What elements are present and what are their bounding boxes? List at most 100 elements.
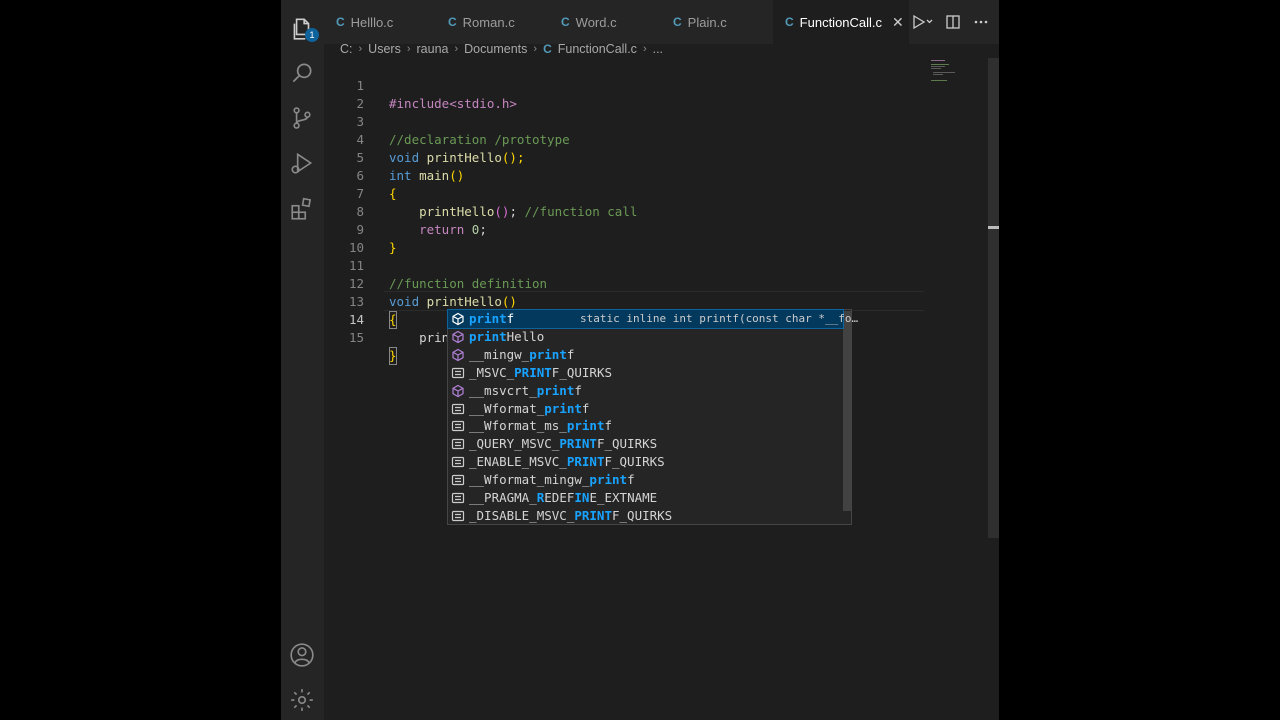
- breadcrumb-item[interactable]: rauna: [417, 42, 449, 56]
- suggestion-detail: static inline int printf(const char *__f…: [580, 312, 859, 325]
- c-file-icon: C: [336, 15, 345, 29]
- source-control-icon[interactable]: [289, 105, 315, 131]
- breadcrumb-item[interactable]: Documents: [464, 42, 527, 56]
- suggestion-item[interactable]: _ENABLE_MSVC_PRINTF_QUIRKS: [448, 453, 843, 471]
- account-icon[interactable]: [289, 642, 315, 668]
- minimap[interactable]: [929, 58, 989, 88]
- chevron-right-icon: ›: [406, 43, 411, 55]
- code-line: 10: [324, 221, 924, 255]
- line-number: 15: [348, 330, 364, 345]
- run-icon[interactable]: [911, 14, 933, 30]
- code-line: 2: [324, 77, 924, 111]
- suggestion-item[interactable]: __mingw_printf: [448, 346, 843, 364]
- extensions-icon[interactable]: [289, 196, 315, 222]
- tab-functioncall[interactable]: C FunctionCall.c ✕: [773, 0, 909, 44]
- breadcrumb-item[interactable]: Users: [368, 42, 401, 56]
- suggestion-label: __mingw_printf: [469, 346, 575, 362]
- split-editor-icon[interactable]: [945, 14, 961, 30]
- suggestion-label: __Wformat_printf: [469, 400, 590, 416]
- code-line: 7 printHello(); //function call: [324, 167, 924, 219]
- suggestion-item[interactable]: _MSVC_PRINTF_QUIRKS: [448, 364, 843, 382]
- suggestion-label: _MSVC_PRINTF_QUIRKS: [469, 364, 613, 380]
- explorer-badge: 1: [305, 28, 319, 42]
- suggestion-label: _ENABLE_MSVC_PRINTF_QUIRKS: [469, 454, 665, 470]
- macro-symbol-icon: [451, 437, 465, 451]
- chevron-right-icon: ›: [533, 43, 538, 55]
- tab-hello[interactable]: C Helllo.c: [324, 0, 436, 44]
- suggestion-label: _DISABLE_MSVC_PRINTF_QUIRKS: [469, 507, 673, 523]
- code-line: 11 //function definition: [324, 239, 924, 291]
- function-symbol-icon: [451, 384, 465, 398]
- tab-label: Roman.c: [462, 14, 515, 30]
- breadcrumb-file[interactable]: FunctionCall.c: [558, 42, 637, 56]
- code-line: 8 return 0;: [324, 185, 924, 237]
- macro-symbol-icon: [451, 473, 465, 487]
- suggestion-label: __msvcrt_printf: [469, 382, 582, 398]
- breadcrumb-item[interactable]: C:: [340, 42, 353, 56]
- macro-symbol-icon: [451, 366, 465, 380]
- c-file-icon: C: [785, 15, 794, 29]
- function-symbol-icon: [451, 348, 465, 362]
- code-line: 3 //declaration /prototype: [324, 95, 924, 147]
- code-line: 12 void printHello(): [324, 257, 924, 309]
- code-line: 4 void printHello();: [324, 113, 924, 165]
- code-line: 6 {: [324, 149, 924, 201]
- macro-symbol-icon: [451, 509, 465, 523]
- suggestion-item[interactable]: _DISABLE_MSVC_PRINTF_QUIRKS: [448, 507, 843, 525]
- tab-label: Plain.c: [687, 14, 727, 30]
- more-actions-icon[interactable]: [973, 14, 989, 30]
- breadcrumb: C: › Users › rauna › Documents › C Funct…: [324, 40, 980, 58]
- suggestion-label: __Wformat_ms_printf: [469, 418, 613, 434]
- macro-symbol-icon: [451, 419, 465, 433]
- activity-bar: 1: [281, 0, 324, 720]
- chevron-right-icon: ›: [358, 43, 363, 55]
- function-symbol-icon: [451, 330, 465, 344]
- suggestion-label: __PRAGMA_REDEFINE_EXTNAME: [469, 490, 658, 505]
- suggestion-label: __Wformat_mingw_printf: [469, 472, 635, 488]
- settings-gear-icon[interactable]: [289, 687, 315, 713]
- suggestion-item[interactable]: printf static inline int printf(const cha…: [447, 309, 858, 329]
- brace: }: [389, 347, 397, 365]
- c-file-icon: C: [673, 15, 682, 29]
- suggestion-item[interactable]: __PRAGMA_REDEFINE_EXTNAME: [448, 489, 843, 507]
- c-file-icon: C: [448, 15, 457, 29]
- run-debug-icon[interactable]: [289, 150, 315, 176]
- suggestion-label: _QUERY_MSVC_PRINTF_QUIRKS: [469, 436, 658, 452]
- vertical-scrollbar[interactable]: [988, 58, 999, 538]
- tab-label: Word.c: [575, 14, 617, 30]
- chevron-right-icon: ›: [642, 43, 647, 55]
- c-file-icon: C: [543, 42, 552, 56]
- tab-bar: C Helllo.c C Roman.c C Word.c C Plain.c …: [324, 0, 999, 44]
- autocomplete-suggestions: printf static inline int printf(const cha…: [447, 309, 858, 525]
- c-file-icon: C: [561, 15, 570, 29]
- suggestion-item[interactable]: __Wformat_printf: [448, 400, 843, 418]
- suggestions-scrollbar[interactable]: [843, 311, 851, 511]
- tab-label: Helllo.c: [350, 14, 394, 30]
- search-icon[interactable]: [289, 60, 315, 86]
- function-symbol-icon: [451, 312, 465, 326]
- suggestion-item[interactable]: __msvcrt_printf: [448, 382, 843, 400]
- macro-symbol-icon: [451, 402, 465, 416]
- suggestion-item[interactable]: printHello: [448, 328, 843, 346]
- macro-symbol-icon: [451, 491, 465, 505]
- suggestion-item[interactable]: __Wformat_ms_printf: [448, 417, 843, 435]
- tab-roman[interactable]: C Roman.c: [436, 0, 549, 44]
- suggestion-label: printHello: [469, 328, 545, 344]
- scrollbar-cursor-marker: [988, 226, 999, 229]
- tab-close-button[interactable]: ✕: [892, 14, 904, 31]
- tab-plain[interactable]: C Plain.c: [661, 0, 773, 44]
- macro-symbol-icon: [451, 455, 465, 469]
- code-line: 1 #include<stdio.h>: [324, 59, 924, 111]
- tab-word[interactable]: C Word.c: [549, 0, 661, 44]
- code-line: 13 {: [324, 275, 924, 329]
- breadcrumb-trail[interactable]: ...: [653, 42, 663, 56]
- suggestion-item[interactable]: _QUERY_MSVC_PRINTF_QUIRKS: [448, 435, 843, 453]
- code-line: 5 int main(): [324, 131, 924, 183]
- editor-actions: [911, 12, 989, 32]
- typed-text: prin: [419, 330, 450, 345]
- tab-label: FunctionCall.c: [799, 14, 883, 30]
- suggestion-label: printf: [469, 311, 515, 326]
- suggestion-item[interactable]: __Wformat_mingw_printf: [448, 471, 843, 489]
- chevron-right-icon: ›: [454, 43, 459, 55]
- code-line: 9 }: [324, 203, 924, 255]
